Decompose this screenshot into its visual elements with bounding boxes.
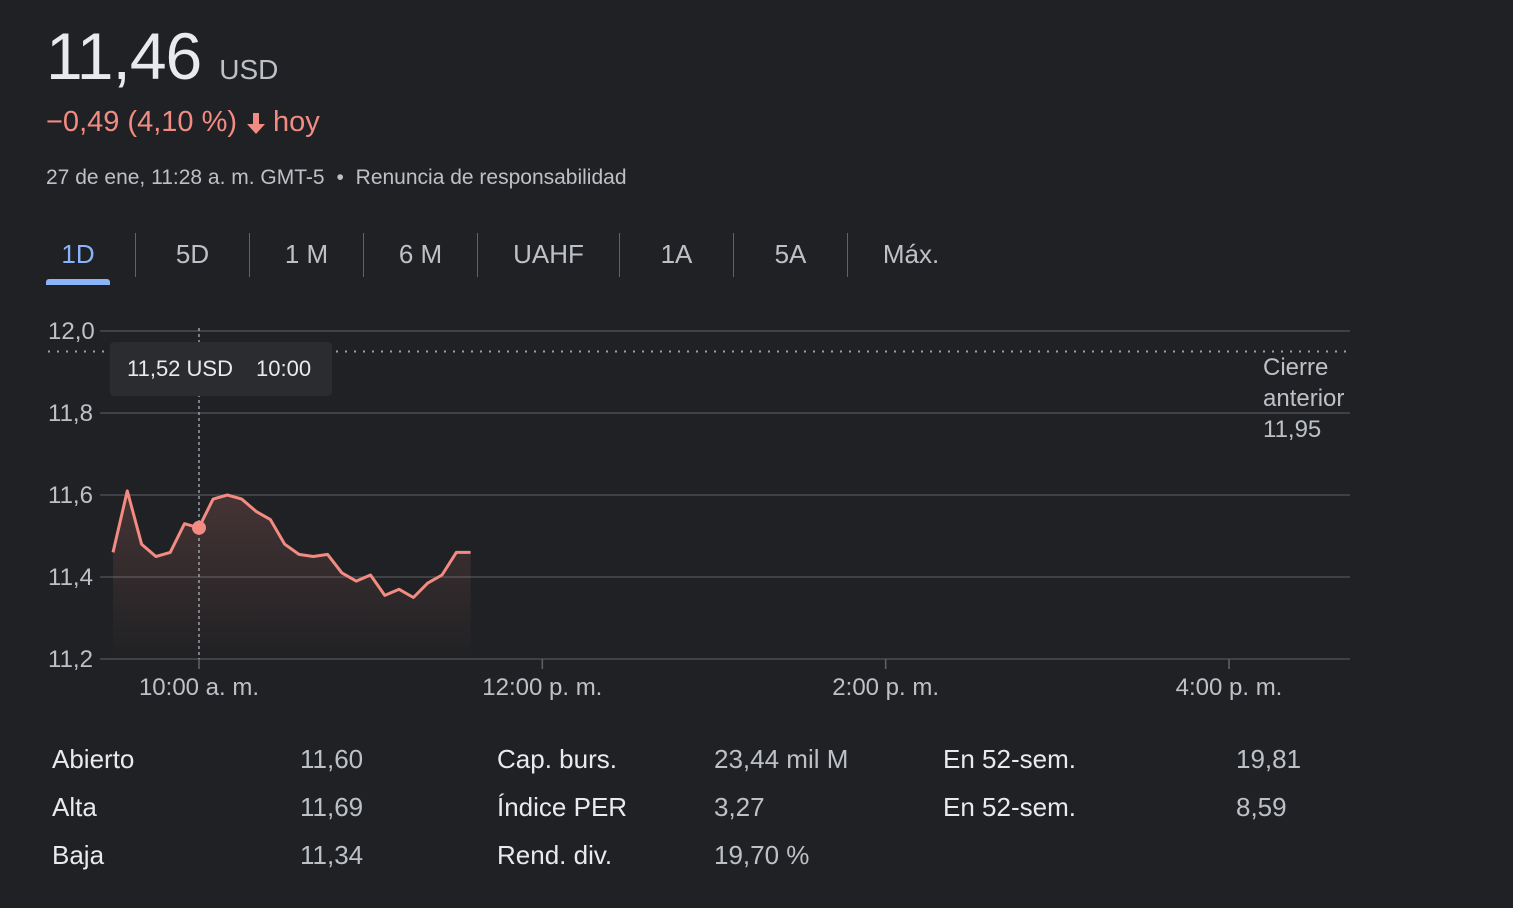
x-tick-label: 4:00 p. m. xyxy=(1176,674,1283,701)
stat-value-low: 11,34 xyxy=(300,840,364,870)
previous-close-label: anterior xyxy=(1263,385,1344,412)
tab-6m[interactable]: 6 M xyxy=(364,228,477,280)
disclaimer-link[interactable]: Renuncia de responsabilidad xyxy=(356,166,627,189)
quote-meta: 27 de ene, 11:28 a. m. GMT-5 • Renuncia … xyxy=(46,166,627,190)
tab-ytd[interactable]: UAHF xyxy=(478,228,619,280)
stat-value-mkt-cap: 23,44 mil M xyxy=(714,744,849,774)
price-chart[interactable]: 12,0 11,8 11,6 11,4 11,2 10:00 a. m. 12:00 p. … xyxy=(0,300,1513,720)
tab-5y[interactable]: 5A xyxy=(734,228,847,280)
stat-label-52w-high: En 52-sem. xyxy=(943,744,1076,774)
tooltip-price: 11,52 USD xyxy=(127,356,233,381)
currency-label: USD xyxy=(219,54,279,85)
stat-label-low: Baja xyxy=(52,840,105,870)
tab-1y[interactable]: 1A xyxy=(620,228,733,280)
change-period: hoy xyxy=(273,106,320,138)
stat-value-52w-high: 19,81 xyxy=(1236,744,1302,774)
y-tick-label: 11,6 xyxy=(48,482,93,509)
y-tick-label: 12,0 xyxy=(48,318,95,345)
meta-separator: • xyxy=(336,166,344,189)
x-tick-label: 12:00 p. m. xyxy=(482,674,602,701)
stat-value-div-yield: 19,70 % xyxy=(714,840,810,870)
stat-value-open: 11,60 xyxy=(300,744,364,774)
tooltip-time: 10:00 xyxy=(256,356,311,381)
stat-label-52w-low: En 52-sem. xyxy=(943,792,1076,822)
y-tick-label: 11,4 xyxy=(48,564,93,591)
x-tick-label: 10:00 a. m. xyxy=(139,674,259,701)
tab-max[interactable]: Máx. xyxy=(848,228,974,280)
stat-value-52w-low: 8,59 xyxy=(1236,792,1287,822)
change-value: −0,49 (4,10 %) xyxy=(46,106,238,138)
stat-label-open: Abierto xyxy=(52,744,135,774)
y-tick-label: 11,2 xyxy=(48,646,93,673)
tab-1d[interactable]: 1D xyxy=(46,228,110,285)
stat-label-pe: Índice PER xyxy=(497,792,628,822)
price-change: −0,49 (4,10 %) hoy xyxy=(46,106,320,139)
y-tick-label: 11,8 xyxy=(48,400,93,427)
quote-timestamp: 27 de ene, 11:28 a. m. GMT-5 xyxy=(46,166,325,189)
previous-close-value: 11,95 xyxy=(1263,416,1321,443)
price-area xyxy=(113,490,471,659)
previous-close-label: Cierre xyxy=(1263,354,1328,381)
stat-label-mkt-cap: Cap. burs. xyxy=(497,744,617,774)
x-tick-label: 2:00 p. m. xyxy=(832,674,939,701)
price-header: 11,46 USD xyxy=(46,18,278,94)
tab-5d[interactable]: 5D xyxy=(136,228,249,280)
arrow-down-icon xyxy=(245,110,267,136)
current-price: 11,46 xyxy=(46,19,202,93)
hover-point xyxy=(192,520,206,535)
stat-value-high: 11,69 xyxy=(300,792,364,822)
tab-1m[interactable]: 1 M xyxy=(250,228,363,280)
range-tabs: 1D 5D 1 M 6 M UAHF 1A 5A Máx. xyxy=(46,228,974,286)
stat-label-high: Alta xyxy=(52,792,97,822)
stat-label-div-yield: Rend. div. xyxy=(497,840,613,870)
stat-value-pe: 3,27 xyxy=(714,792,765,822)
